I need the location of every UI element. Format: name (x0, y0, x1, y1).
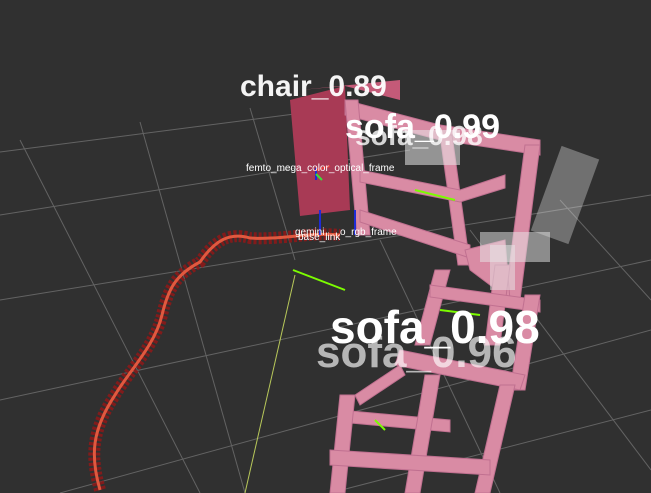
sofa-bbox-lower (329, 264, 541, 493)
point-cluster (490, 245, 515, 290)
grid-line (19, 139, 201, 493)
bbox-edge (404, 374, 441, 493)
rviz-3d-viewport[interactable]: chair_0.89 sofa_0.99 sofa_0.98 femto_meg… (0, 0, 651, 493)
laser-segment (439, 309, 481, 316)
scene-canvas[interactable] (0, 0, 651, 493)
odom-axis-line (244, 274, 296, 493)
bbox-edge (359, 169, 506, 203)
bbox-edge (354, 364, 406, 406)
bbox-edge (414, 269, 451, 346)
grid-line (139, 121, 246, 493)
robot-trajectory (88, 228, 341, 492)
laser-segment (292, 269, 346, 291)
point-cluster (530, 145, 600, 245)
sensor-box (290, 86, 350, 216)
point-cluster (405, 130, 460, 165)
bbox-edge (329, 394, 356, 493)
point-cloud (405, 130, 600, 290)
grid-line (0, 259, 651, 401)
trajectory-arrows (88, 228, 341, 492)
grid-line (0, 111, 311, 153)
bbox-edge (474, 384, 516, 493)
